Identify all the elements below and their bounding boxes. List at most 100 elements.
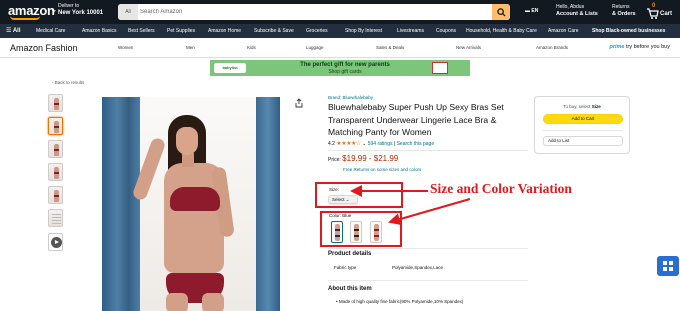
subnav-item[interactable]: Groceries — [306, 28, 328, 34]
cart-label: Cart — [660, 11, 673, 17]
store-item-women[interactable]: Women — [118, 45, 133, 50]
subnav-item[interactable]: Amazon Basics — [82, 28, 116, 34]
thumbnail[interactable] — [48, 186, 63, 204]
banner-logo: babylist — [214, 63, 246, 73]
prime-text: try before you buy — [625, 44, 670, 50]
subnav-item[interactable]: Household, Health & Baby Care — [466, 28, 537, 34]
buy-prompt: To buy, select Size — [535, 104, 629, 109]
color-highlight-box — [320, 211, 402, 247]
price-value: $19.99 - $21.99 — [342, 154, 399, 163]
thumbnail-figure — [54, 190, 59, 202]
store-item-sales[interactable]: Sales & Deals — [376, 45, 404, 50]
thumbnail[interactable] — [48, 140, 63, 158]
main-product-image[interactable] — [102, 97, 280, 311]
all-label: All — [12, 28, 21, 34]
deliver-label: Deliver to — [58, 3, 80, 9]
store-item-luggage[interactable]: Luggage — [306, 45, 324, 50]
store-bar: Amazon Fashion Women Men Kids Luggage Sa… — [0, 38, 680, 58]
image-curtain-left — [102, 97, 140, 311]
floating-grid-button[interactable] — [657, 256, 679, 276]
search-button[interactable] — [492, 4, 510, 20]
search-icon — [496, 7, 506, 17]
rating-row: 4.2 ★★★★☆ ⌄ 594 ratings | Search this pa… — [328, 140, 434, 147]
thumbnail-figure — [54, 98, 59, 110]
thumbnail-size-chart[interactable] — [48, 209, 63, 227]
share-icon[interactable] — [294, 98, 304, 108]
returns-orders[interactable]: Returns & Orders — [612, 4, 636, 18]
brand-link[interactable]: Brand: Bluewhalebaby — [328, 95, 373, 100]
deliver-location: New York 10001 — [58, 10, 104, 16]
model-leg — [166, 293, 188, 311]
about-this-item-title: About this item — [328, 286, 372, 292]
language-selector[interactable]: ▬ EN — [525, 8, 538, 14]
thumbnail-video[interactable] — [48, 233, 63, 251]
account-greeting: Hello, Abdus — [556, 4, 585, 10]
thumbnail[interactable] — [48, 94, 63, 112]
back-to-results-link[interactable]: ‹ Back to results — [52, 80, 84, 85]
subnav-black-owned[interactable]: Shop Black-owned businesses — [592, 28, 665, 34]
store-item-new-arrivals[interactable]: New Arrivals — [456, 45, 481, 50]
model-face — [176, 127, 198, 155]
language-label: EN — [531, 8, 539, 14]
thumbnail-figure — [54, 167, 59, 179]
separator: | — [393, 141, 396, 147]
subnav-item[interactable]: Shop By Interest — [345, 28, 382, 34]
product-details-title: Product details — [328, 251, 372, 257]
subnav-item[interactable]: Amazon Home — [208, 28, 241, 34]
subnav-item[interactable]: Amazon Care — [548, 28, 579, 34]
prime-try-before-buy[interactable]: prime try before you buy — [609, 44, 670, 50]
divider — [328, 280, 528, 281]
buy-box: To buy, select Size Add to Cart Add to L… — [534, 96, 630, 154]
subnav-item[interactable]: Best Sellers — [128, 28, 155, 34]
cart-icon — [647, 8, 659, 19]
subnav-item[interactable]: Medical Care — [36, 28, 65, 34]
subnav-item[interactable]: Coupons — [436, 28, 456, 34]
search-category-select[interactable]: All — [118, 4, 138, 20]
ratings-count-link[interactable]: 594 ratings — [368, 141, 393, 147]
location-pin-icon: ⌖ — [52, 8, 56, 15]
about-bullet: • Made of high quality fine fabric(90% P… — [336, 299, 464, 304]
doc-line — [52, 214, 61, 215]
divider — [328, 150, 528, 151]
add-to-list-button[interactable]: Add to List — [543, 136, 623, 146]
account-menu[interactable]: Hello, Abdus Account & Lists — [556, 4, 598, 18]
fabric-type-value: Polyamide,Spandex,Lace — [392, 265, 444, 270]
search-page-link[interactable]: Search this page — [397, 141, 435, 147]
free-returns-link[interactable]: Free Returns on some sizes and colors — [343, 167, 421, 172]
play-icon — [51, 237, 62, 248]
add-to-cart-button[interactable]: Add to Cart — [543, 114, 623, 124]
star-rating-icon[interactable]: ★★★★☆ — [336, 141, 361, 147]
returns-label: Returns — [612, 4, 630, 10]
subnav-item[interactable]: Pet Supplies — [167, 28, 195, 34]
sub-nav: ☰ All Medical Care Amazon Basics Best Se… — [0, 24, 680, 38]
orders-label: & Orders — [612, 11, 636, 17]
chevron-down-icon[interactable]: ⌄ — [362, 141, 366, 147]
deliver-to[interactable]: Deliver to New York 10001 — [58, 3, 103, 17]
subnav-item[interactable]: Livestreams — [397, 28, 424, 34]
divider — [328, 248, 528, 249]
thumbnail[interactable] — [48, 163, 63, 181]
about-bullet-text: Made of high quality fine fabric(90% Pol… — [338, 299, 464, 304]
banner-text: The perfect gift for new parents Shop gi… — [280, 62, 410, 75]
account-lists: Account & Lists — [556, 11, 598, 17]
amazon-smile-icon — [10, 16, 40, 20]
thumbnail-selected[interactable] — [48, 117, 63, 135]
search-input[interactable] — [140, 4, 490, 20]
prime-word: prime — [609, 44, 625, 50]
divider — [543, 130, 623, 131]
all-menu-button[interactable]: ☰ All — [6, 27, 21, 34]
promo-banner[interactable]: babylist The perfect gift for new parent… — [210, 60, 470, 76]
search-bar: All — [118, 4, 510, 20]
store-title[interactable]: Amazon Fashion — [10, 43, 78, 53]
cart-button[interactable]: 0 Cart — [646, 3, 676, 21]
store-item-kids[interactable]: Kids — [247, 45, 256, 50]
rating-value: 4.2 — [328, 141, 335, 147]
store-item-brands[interactable]: Amazon Brands — [536, 45, 568, 50]
price-label: Price: — [328, 157, 341, 163]
size-highlight-box — [315, 182, 403, 208]
doc-line — [52, 217, 61, 218]
store-item-men[interactable]: Men — [186, 45, 195, 50]
annotation-label: Size and Color Variation — [430, 181, 572, 196]
doc-line — [52, 223, 61, 224]
subnav-item[interactable]: Subscribe & Save — [254, 28, 294, 34]
